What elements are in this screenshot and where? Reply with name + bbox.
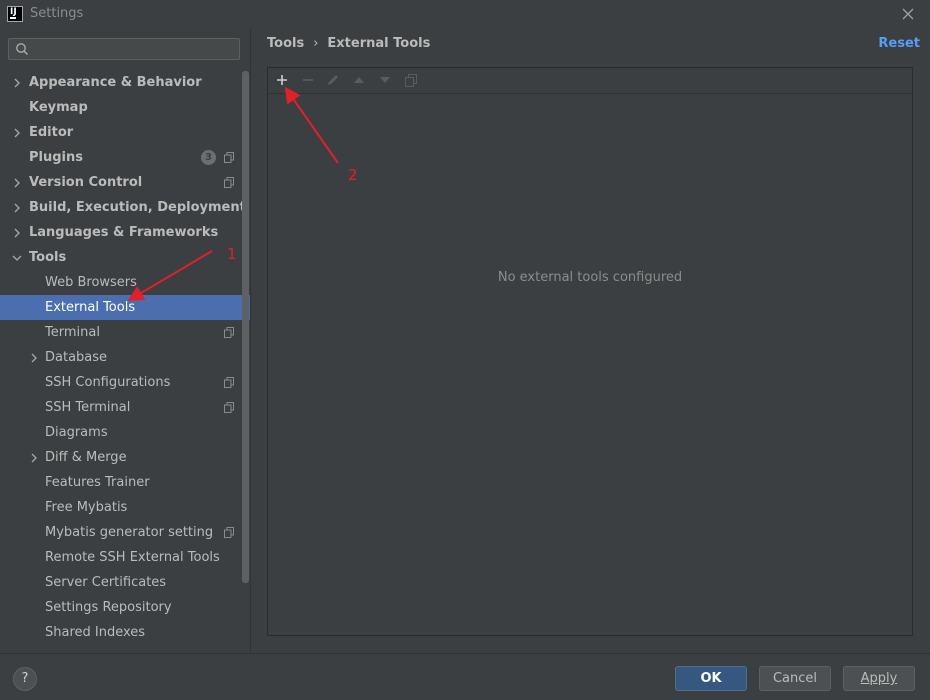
copy-icon[interactable] <box>403 72 419 88</box>
tree-item-database[interactable]: Database <box>0 345 250 370</box>
breadcrumb-external-tools: External Tools <box>327 36 431 51</box>
tree-item-external-tools[interactable]: External Tools <box>0 295 250 320</box>
edit-icon[interactable] <box>325 72 341 88</box>
tree-item-settings-repository[interactable]: Settings Repository <box>0 595 250 620</box>
tree-item-ssh-terminal[interactable]: SSH Terminal <box>0 395 250 420</box>
window-title: Settings <box>30 6 84 21</box>
tree-item-ssh-configurations[interactable]: SSH Configurations <box>0 370 250 395</box>
search-input[interactable] <box>8 38 240 60</box>
tree-item-diff-merge[interactable]: Diff & Merge <box>0 445 250 470</box>
project-settings-icon <box>224 527 234 538</box>
tree-item-diagrams[interactable]: Diagrams <box>0 420 250 445</box>
tree-item-keymap[interactable]: Keymap <box>0 95 250 120</box>
project-settings-icon <box>224 402 234 413</box>
close-icon[interactable] <box>899 5 917 23</box>
main-panel: Tools › External Tools Reset No external t… <box>251 29 930 653</box>
external-tools-panel: No external tools configured <box>267 67 913 636</box>
annotation-label-2: 2 <box>348 166 358 184</box>
sidebar-scrollbar[interactable] <box>242 71 249 583</box>
chevron-right-icon[interactable] <box>13 203 21 213</box>
chevron-right-icon[interactable] <box>13 178 21 188</box>
tree-item-tools[interactable]: Tools <box>0 245 250 270</box>
chevron-right-icon[interactable] <box>13 78 21 88</box>
chevron-down-icon[interactable] <box>12 254 22 262</box>
help-button[interactable]: ? <box>13 667 37 691</box>
tree-item-free-mybatis[interactable]: Free Mybatis <box>0 495 250 520</box>
empty-state-text: No external tools configured <box>497 270 683 285</box>
tree-item-mybatis-generator-setting[interactable]: Mybatis generator setting <box>0 520 250 545</box>
apply-button[interactable]: Apply <box>843 666 915 691</box>
ok-button[interactable]: OK <box>675 666 747 691</box>
settings-sidebar: Appearance & Behavior Keymap Editor Plug… <box>0 29 250 653</box>
chevron-right-icon[interactable] <box>30 353 38 363</box>
project-settings-icon <box>224 152 234 163</box>
project-settings-icon <box>224 377 234 388</box>
tree-item-version-control[interactable]: Version Control <box>0 170 250 195</box>
tree-item-shared-indexes[interactable]: Shared Indexes <box>0 620 250 645</box>
tree-item-build-execution-deployment[interactable]: Build, Execution, Deployment <box>0 195 250 220</box>
tree-item-web-browsers[interactable]: Web Browsers <box>0 270 250 295</box>
project-settings-icon <box>224 177 234 188</box>
tree-item-languages-frameworks[interactable]: Languages & Frameworks <box>0 220 250 245</box>
tree-item-plugins[interactable]: Plugins 3 <box>0 145 250 170</box>
breadcrumb-separator: › <box>313 36 319 51</box>
remove-icon[interactable] <box>300 72 316 88</box>
tree-item-editor[interactable]: Editor <box>0 120 250 145</box>
tree-item-appearance-behavior[interactable]: Appearance & Behavior <box>0 70 250 95</box>
updates-count-badge: 3 <box>201 150 216 165</box>
annotation-label-1: 1 <box>227 245 237 263</box>
tree-item-features-trainer[interactable]: Features Trainer <box>0 470 250 495</box>
project-settings-icon <box>224 327 234 338</box>
breadcrumb: Tools › External Tools <box>267 36 430 51</box>
reset-link[interactable]: Reset <box>878 36 920 51</box>
tools-toolbar <box>268 68 912 94</box>
move-down-icon[interactable] <box>377 72 393 88</box>
dialog-footer: ? OK Cancel Apply <box>0 653 930 700</box>
search-icon <box>16 43 29 56</box>
tree-item-server-certificates[interactable]: Server Certificates <box>0 570 250 595</box>
chevron-right-icon[interactable] <box>13 128 21 138</box>
settings-tree: Appearance & Behavior Keymap Editor Plug… <box>0 70 250 645</box>
cancel-button[interactable]: Cancel <box>759 666 831 691</box>
chevron-right-icon[interactable] <box>13 228 21 238</box>
chevron-right-icon[interactable] <box>30 453 38 463</box>
tree-item-remote-ssh-external-tools[interactable]: Remote SSH External Tools <box>0 545 250 570</box>
move-up-icon[interactable] <box>351 72 367 88</box>
intellij-logo-icon: IJ <box>7 6 23 22</box>
title-bar: IJ Settings <box>0 0 930 29</box>
add-icon[interactable] <box>274 72 290 88</box>
tree-item-terminal[interactable]: Terminal <box>0 320 250 345</box>
breadcrumb-tools[interactable]: Tools <box>267 36 304 51</box>
